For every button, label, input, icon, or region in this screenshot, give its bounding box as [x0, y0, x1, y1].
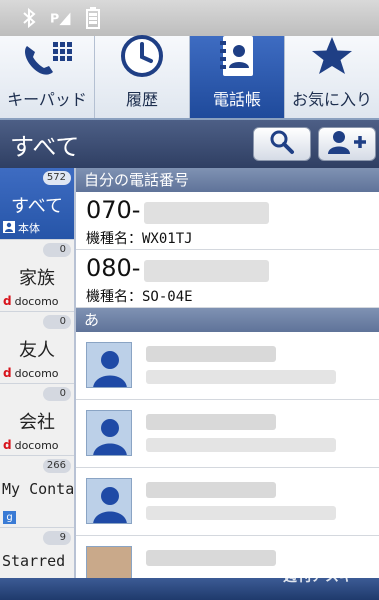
- group-count: 572: [43, 171, 71, 185]
- contact-row[interactable]: [76, 468, 379, 536]
- group-account: d docomo: [3, 366, 59, 380]
- redacted-number: [144, 260, 269, 282]
- watermark: 週刊アスキー: [283, 569, 367, 585]
- tab-keypad[interactable]: キーパッド: [0, 36, 95, 118]
- redacted-detail: [146, 506, 336, 520]
- title-bar: すべて: [0, 120, 379, 168]
- group-account-label: docomo: [14, 366, 59, 380]
- group-count: 9: [43, 531, 71, 545]
- group-count: 0: [43, 243, 71, 257]
- clock-icon: [120, 34, 164, 82]
- battery-icon: [82, 6, 104, 30]
- tab-contacts[interactable]: 電話帳: [190, 36, 285, 118]
- redacted-name: [146, 346, 276, 362]
- group-name: Starred: [2, 552, 66, 570]
- tab-bar: キーパッド 履歴 電話帳 お気に入り: [0, 34, 379, 120]
- svg-text:P: P: [50, 11, 59, 26]
- tab-favorites[interactable]: お気に入り: [285, 36, 379, 118]
- contacts-book-icon: [217, 34, 257, 82]
- group-all[interactable]: 572 すべて 本体: [0, 168, 74, 240]
- star-icon: [310, 34, 354, 82]
- my-number-header: 自分の電話番号: [76, 168, 379, 192]
- redacted-name: [146, 414, 276, 430]
- group-name: 友人: [19, 340, 55, 361]
- group-account-label: docomo: [14, 438, 59, 452]
- redacted-name: [146, 550, 276, 566]
- group-starred[interactable]: 9 Starred: [0, 528, 74, 578]
- group-count: 266: [43, 459, 71, 473]
- group-count: 0: [43, 315, 71, 329]
- tab-keypad-label: キーパッド: [7, 90, 87, 109]
- group-work[interactable]: 0 会社 d docomo: [0, 384, 74, 456]
- my-number-row[interactable]: 080- 機種名：SO-04E: [76, 250, 379, 308]
- my-number-row[interactable]: 070- 機種名：WX01TJ: [76, 192, 379, 250]
- add-contact-button[interactable]: [318, 127, 376, 161]
- tab-contacts-label: 電話帳: [212, 90, 261, 109]
- page-title: すべて: [10, 132, 80, 161]
- signal-icon: P: [50, 6, 72, 30]
- docomo-icon: d: [3, 366, 12, 380]
- phone-number: 080-: [86, 254, 141, 282]
- contact-list: 自分の電話番号 070- 機種名：WX01TJ 080- 機種名：SO-04E …: [76, 168, 379, 578]
- redacted-detail: [146, 438, 336, 452]
- avatar: [86, 478, 132, 524]
- tab-history[interactable]: 履歴: [95, 34, 190, 118]
- phone-keypad-icon: [19, 38, 75, 82]
- phone-number: 070-: [86, 196, 141, 224]
- contact-row[interactable]: [76, 400, 379, 468]
- add-person-icon: [326, 129, 368, 159]
- contact-row[interactable]: [76, 332, 379, 400]
- group-account: d docomo: [3, 438, 59, 452]
- index-header: あ: [76, 308, 379, 332]
- group-account-label: docomo: [14, 294, 59, 308]
- group-account-label: 本体: [18, 222, 40, 235]
- group-account: d docomo: [3, 294, 59, 308]
- redacted-detail: [146, 370, 336, 384]
- device-model: 機種名：WX01TJ: [86, 231, 193, 247]
- group-friends[interactable]: 0 友人 d docomo: [0, 312, 74, 384]
- group-name: My Contacts: [2, 480, 75, 498]
- redacted-name: [146, 482, 276, 498]
- avatar: [86, 410, 132, 456]
- phone-account-icon: [3, 220, 15, 236]
- device-model: 機種名：SO-04E: [86, 289, 193, 305]
- avatar-photo: [86, 546, 132, 578]
- search-icon: [269, 129, 295, 159]
- docomo-icon: d: [3, 294, 12, 308]
- group-account: 本体: [3, 220, 40, 236]
- tab-history-label: 履歴: [125, 90, 158, 109]
- group-name: 家族: [19, 268, 55, 289]
- search-button[interactable]: [253, 127, 311, 161]
- group-family[interactable]: 0 家族 d docomo: [0, 240, 74, 312]
- docomo-icon: d: [3, 438, 12, 452]
- avatar: [86, 342, 132, 388]
- group-name: 会社: [19, 412, 55, 433]
- group-sidebar: 572 すべて 本体 0 家族 d docomo 0 友人 d docomo 0…: [0, 168, 76, 578]
- redacted-number: [144, 202, 269, 224]
- group-account: g: [3, 511, 16, 524]
- status-bar: P: [0, 0, 379, 36]
- tab-favorites-label: お気に入り: [291, 90, 372, 109]
- bluetooth-icon: [18, 6, 40, 30]
- group-count: 0: [43, 387, 71, 401]
- google-account-icon: g: [3, 511, 16, 524]
- group-my-contacts[interactable]: 266 My Contacts g: [0, 456, 74, 528]
- group-name: すべて: [10, 196, 64, 217]
